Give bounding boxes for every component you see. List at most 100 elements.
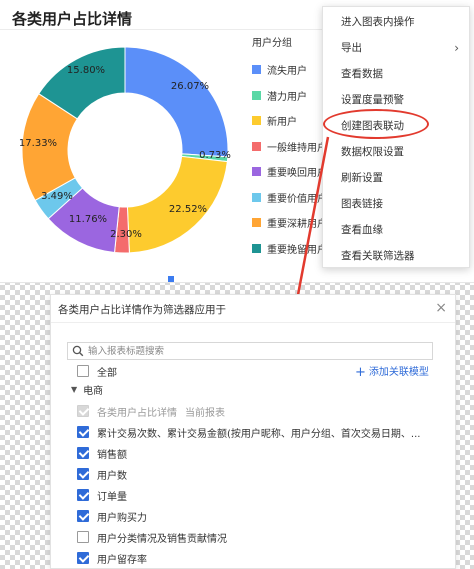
legend-swatch <box>252 65 261 75</box>
report-checkbox[interactable] <box>77 489 89 501</box>
legend-label: 重要唤回用户 <box>267 168 327 180</box>
select-all-checkbox[interactable] <box>77 365 89 377</box>
filter-apply-dialog: 各类用户占比详情作为筛选器应用于 × 全部 +添加关联模型 ▼ 电商 各类用户占… <box>50 294 456 569</box>
report-row[interactable]: 用户数 <box>77 466 127 482</box>
report-checkbox[interactable] <box>77 447 89 459</box>
menu-item-label: 导出 <box>341 42 362 54</box>
resize-handle[interactable] <box>168 276 174 282</box>
report-checkbox <box>77 405 89 417</box>
report-checkbox[interactable] <box>77 552 89 564</box>
legend-item[interactable]: 新用户 <box>252 108 332 134</box>
slice-label: 26.07% <box>171 81 209 92</box>
legend-label: 重要挽留用户 <box>267 244 327 256</box>
slice-label: 15.80% <box>67 65 105 76</box>
dialog-header: 各类用户占比详情作为筛选器应用于 × <box>51 295 455 323</box>
menu-item-label: 查看血缘 <box>341 224 383 236</box>
legend-item[interactable]: 重要唤回用户 <box>252 159 332 185</box>
legend-title: 用户分组 <box>252 38 292 49</box>
menu-item-label: 查看数据 <box>341 68 383 80</box>
legend-swatch <box>252 90 261 100</box>
legend-label: 重要深耕用户 <box>267 219 327 231</box>
menu-item-data-permission[interactable]: 数据权限设置 <box>323 139 469 165</box>
report-row[interactable]: 用户留存率 <box>77 550 147 566</box>
legend-swatch <box>252 141 261 151</box>
search-icon <box>72 345 84 357</box>
slice-label: 2.30% <box>110 229 142 240</box>
legend-item[interactable]: 流失用户 <box>252 57 332 83</box>
menu-item-metric-alert[interactable]: 设置度量预警 <box>323 87 469 113</box>
chevron-right-icon: › <box>454 41 459 55</box>
report-row[interactable]: 销售额 <box>77 445 127 461</box>
report-row[interactable]: 累计交易次数、累计交易金额(按用户昵称、用户分组、首次交易日期、... <box>77 424 420 440</box>
menu-item-label: 设置度量预警 <box>341 94 404 106</box>
legend-swatch <box>252 243 261 253</box>
legend: 用户分组 流失用户潜力用户新用户一般维持用户 重要唤回用户 重要价值用户 重要深耕用户… <box>252 34 332 261</box>
legend-label: 新用户 <box>267 117 297 129</box>
slice-label: 22.52% <box>169 204 207 215</box>
add-model-label: 添加关联模型 <box>368 367 429 378</box>
report-row[interactable]: 订单量 <box>77 487 127 503</box>
highlight-ellipse <box>323 109 429 139</box>
context-menu: 进入图表内操作 导出 › 查看数据 设置度量预警 创建图表联动 数据权限设置 刷… <box>322 6 470 268</box>
report-row[interactable]: 用户分类情况及销售贡献情况 <box>77 529 227 545</box>
menu-item-label: 图表链接 <box>341 198 383 210</box>
chart-title: 各类用户占比详情 <box>12 10 133 28</box>
legend-swatch <box>252 116 261 126</box>
report-label: 累计交易次数、累计交易金额(按用户昵称、用户分组、首次交易日期、... <box>97 428 421 440</box>
legend-label: 流失用户 <box>267 66 307 78</box>
search-input[interactable] <box>88 344 428 358</box>
legend-item[interactable]: 重要价值用户 <box>252 185 332 211</box>
slice-label: 17.33% <box>19 138 57 149</box>
report-row[interactable]: 用户购买力 <box>77 508 147 524</box>
legend-swatch <box>252 167 261 177</box>
report-checkbox[interactable] <box>77 468 89 480</box>
donut-chart[interactable]: 26.07% 0.73% 22.52% 2.30%11.76% 3.49% 17.33% 1… <box>0 32 250 272</box>
legend-swatch <box>252 218 261 228</box>
menu-item-export[interactable]: 导出 › <box>323 35 469 61</box>
report-label: 各类用户占比详情 <box>97 407 177 419</box>
menu-item-label: 刷新设置 <box>341 172 383 184</box>
report-label: 销售额 <box>97 449 127 461</box>
plus-icon: + <box>355 365 366 380</box>
menu-item-related-filters[interactable]: 查看关联筛选器 <box>323 243 469 269</box>
add-model-button[interactable]: + 添加关联模型 <box>355 363 429 380</box>
report-checkbox[interactable] <box>77 426 89 438</box>
group-header-ecommerce[interactable]: ▼ 电商 <box>71 382 103 397</box>
select-all-label: 全部 <box>97 367 117 379</box>
group-label: 电商 <box>83 386 104 397</box>
report-label: 订单量 <box>97 491 127 503</box>
menu-item-refresh-settings[interactable]: 刷新设置 <box>323 165 469 191</box>
current-report-tag: 当前报表 <box>185 407 225 419</box>
menu-item-view-data[interactable]: 查看数据 <box>323 61 469 87</box>
menu-item-label: 数据权限设置 <box>341 146 404 158</box>
report-label: 用户留存率 <box>97 554 147 566</box>
slice-label: 0.73% <box>199 150 231 161</box>
menu-item-lineage[interactable]: 查看血缘 <box>323 217 469 243</box>
dialog-title: 各类用户占比详情作为筛选器应用于 <box>58 304 226 316</box>
report-label: 用户数 <box>97 470 127 482</box>
select-all-row[interactable]: 全部 <box>77 363 117 379</box>
menu-item-label: 进入图表内操作 <box>341 16 415 28</box>
pie-slice[interactable] <box>124 46 229 158</box>
legend-item[interactable]: 重要挽留用户 <box>252 236 332 262</box>
menu-item-enter-chart[interactable]: 进入图表内操作 <box>323 9 469 35</box>
legend-item[interactable]: 重要深耕用户 <box>252 210 332 236</box>
legend-item[interactable]: 潜力用户 <box>252 83 332 109</box>
legend-item[interactable]: 一般维持用户 <box>252 134 332 160</box>
report-label: 用户购买力 <box>97 512 147 524</box>
legend-label: 潜力用户 <box>267 91 307 103</box>
report-checkbox[interactable] <box>77 531 89 543</box>
menu-item-chart-link[interactable]: 图表链接 <box>323 191 469 217</box>
menu-item-create-linkage[interactable]: 创建图表联动 <box>323 109 469 139</box>
legend-label: 重要价值用户 <box>267 193 327 205</box>
legend-label: 一般维持用户 <box>267 142 327 154</box>
report-label: 用户分类情况及销售贡献情况 <box>97 533 227 545</box>
legend-swatch <box>252 192 261 202</box>
close-icon[interactable]: × <box>435 300 447 316</box>
caret-down-icon: ▼ <box>71 385 78 394</box>
slice-label: 3.49% <box>41 191 73 202</box>
report-checkbox[interactable] <box>77 510 89 522</box>
menu-item-label: 查看关联筛选器 <box>341 250 415 262</box>
report-row: 各类用户占比详情 当前报表 <box>77 403 225 419</box>
search-box[interactable] <box>67 342 433 360</box>
